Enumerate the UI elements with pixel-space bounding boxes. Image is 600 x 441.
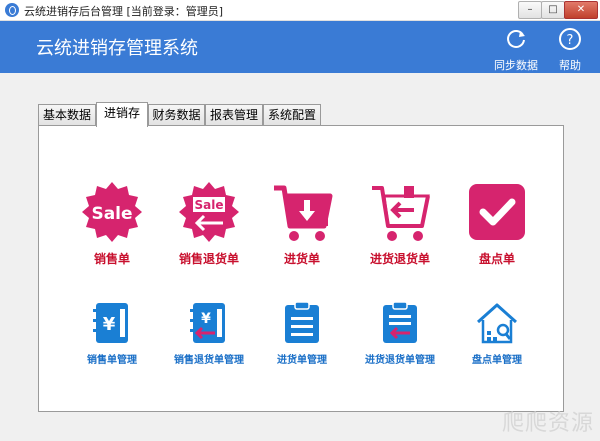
tab-inventory[interactable]: 进销存 [96, 102, 148, 127]
cart-return-icon [372, 186, 430, 241]
house-search-icon [476, 303, 518, 344]
svg-text:Sale: Sale [91, 204, 132, 224]
sales-order-management-label: 销售单管理 [87, 355, 137, 366]
sales-order-label: 销售单 [93, 252, 130, 266]
purchase-return-button[interactable]: 进货退货单 [345, 180, 455, 267]
checkmark-icon [469, 184, 525, 240]
app-logo-icon [5, 3, 19, 17]
minimize-icon[interactable]: – [518, 1, 542, 19]
purchase-order-button[interactable]: 进货单 [247, 180, 357, 267]
sales-order-button[interactable]: Sale 销售单 [57, 180, 167, 267]
purchase-return-label: 进货退货单 [369, 252, 430, 266]
tab-report-management[interactable]: 报表管理 [205, 104, 263, 126]
sales-order-management-button[interactable]: ¥ 销售单管理 [57, 301, 167, 366]
purchase-order-management-button[interactable]: 进货单管理 [247, 301, 357, 366]
stocktake-label: 盘点单 [478, 252, 515, 266]
svg-text:Sale: Sale [195, 198, 224, 212]
app-title: 云统进销存管理系统 [36, 38, 198, 59]
window-title: 云统进销存后台管理 [当前登录：管理员] [24, 5, 224, 18]
sync-data-button[interactable]: 同步数据 [491, 27, 541, 72]
purchase-order-management-label: 进货单管理 [277, 355, 327, 366]
help-button[interactable]: ? 帮助 [545, 27, 595, 72]
svg-text:¥: ¥ [201, 311, 211, 327]
stocktake-button[interactable]: 盘点单 [442, 180, 552, 267]
tab-finance-data[interactable]: 财务数据 [148, 104, 205, 126]
sale-badge-icon: Sale [82, 182, 142, 242]
cart-download-icon [274, 185, 333, 241]
inventory-panel: Sale 销售单 Sale 销售退货单 进货单 进货退货单 盘点单 ¥ 销售单管… [38, 125, 564, 412]
help-icon: ? [559, 28, 581, 50]
clipboard-list-icon [285, 301, 319, 343]
sync-data-label: 同步数据 [494, 59, 538, 72]
stocktake-management-label: 盘点单管理 [472, 355, 522, 366]
tab-basic-data[interactable]: 基本数据 [38, 104, 96, 126]
watermark-text: 爬爬资源 [501, 411, 594, 436]
ledger-yen-icon: ¥ [93, 303, 128, 343]
purchase-return-management-label: 进货退货单管理 [365, 355, 435, 366]
purchase-return-management-button[interactable]: 进货退货单管理 [345, 301, 455, 366]
clipboard-return-icon [383, 301, 417, 343]
stocktake-management-button[interactable]: 盘点单管理 [442, 301, 552, 366]
svg-text:?: ? [567, 33, 574, 48]
window-titlebar: 云统进销存后台管理 [当前登录：管理员] – □ ✕ [0, 0, 600, 21]
maximize-icon[interactable]: □ [541, 1, 565, 19]
sale-return-badge-icon: Sale [179, 182, 239, 242]
ledger-yen-return-icon: ¥ [190, 303, 225, 343]
close-icon[interactable]: ✕ [564, 1, 598, 19]
sync-icon [507, 30, 525, 48]
help-label: 帮助 [559, 59, 581, 72]
app-header: 云统进销存管理系统 同步数据 ? 帮助 [0, 21, 600, 73]
tab-system-config[interactable]: 系统配置 [263, 104, 321, 126]
purchase-order-label: 进货单 [283, 252, 320, 266]
svg-text:¥: ¥ [103, 314, 116, 335]
